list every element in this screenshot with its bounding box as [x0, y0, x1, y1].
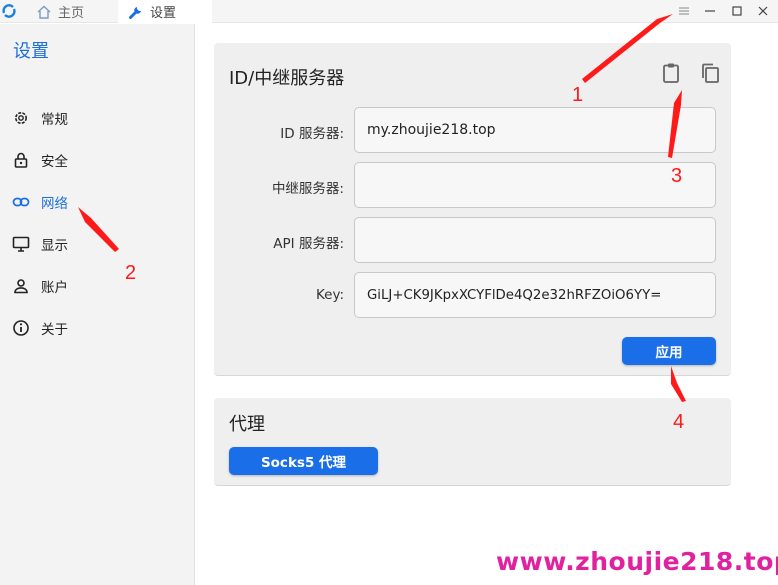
- sidebar-title: 设置: [13, 41, 49, 62]
- annotation-number-2: 2: [125, 262, 137, 284]
- tab-home-label: 主页: [58, 6, 85, 21]
- sidebar: 设置 常规 安全 网络 显示 账户 关于: [0, 24, 195, 585]
- close-icon: [758, 6, 768, 16]
- sidebar-item-display[interactable]: 显示: [11, 234, 68, 254]
- tab-settings[interactable]: 设置: [118, 0, 212, 23]
- app-logo-icon: [2, 4, 16, 18]
- sidebar-item-label: 网络: [41, 196, 68, 212]
- copy-icon: [702, 63, 719, 83]
- annotation-number-3: 3: [671, 165, 683, 187]
- tab-settings-label: 设置: [150, 6, 177, 21]
- maximize-button[interactable]: [726, 1, 748, 21]
- sidebar-item-security[interactable]: 安全: [11, 150, 68, 170]
- tab-home[interactable]: 主页: [36, 0, 116, 23]
- title-bar: 主页 设置: [0, 0, 778, 23]
- sidebar-item-general[interactable]: 常规: [11, 108, 68, 128]
- sidebar-item-label: 显示: [41, 238, 68, 254]
- minimize-icon: [705, 10, 715, 12]
- home-icon: [37, 5, 51, 19]
- menu-icon: [679, 7, 689, 15]
- copy-button[interactable]: [699, 61, 721, 85]
- relay-server-input[interactable]: [354, 162, 716, 208]
- api-server-label: API 服务器:: [273, 236, 344, 252]
- menu-button[interactable]: [673, 1, 695, 21]
- apply-button[interactable]: 应用: [622, 337, 716, 365]
- user-icon: [11, 276, 31, 296]
- clipboard-paste-icon: [663, 63, 679, 83]
- lock-icon: [11, 150, 31, 170]
- annotation-number-1: 1: [572, 84, 584, 106]
- close-button[interactable]: [752, 1, 774, 21]
- sidebar-item-about[interactable]: 关于: [11, 318, 68, 338]
- link-icon: [11, 192, 31, 212]
- relay-server-label: 中继服务器:: [271, 181, 344, 197]
- socks5-proxy-button[interactable]: Socks5 代理: [229, 447, 378, 475]
- id-server-input[interactable]: [354, 107, 716, 153]
- annotation-number-4: 4: [673, 411, 685, 433]
- sidebar-item-label: 关于: [41, 322, 68, 338]
- wrench-icon: [129, 6, 141, 19]
- sidebar-item-label: 常规: [41, 112, 68, 128]
- api-server-input[interactable]: [354, 217, 716, 263]
- info-icon: [11, 318, 31, 338]
- watermark: www.zhoujie218.top: [496, 547, 778, 576]
- server-card-title: ID/中继服务器: [229, 68, 345, 89]
- proxy-card: 代理 Socks5 代理: [214, 398, 731, 486]
- proxy-card-title: 代理: [229, 414, 265, 435]
- gear-icon: [11, 108, 31, 128]
- sidebar-item-label: 安全: [41, 154, 68, 170]
- id-server-label: ID 服务器:: [280, 126, 344, 142]
- paste-button[interactable]: [660, 61, 682, 85]
- key-input[interactable]: [354, 272, 716, 318]
- monitor-icon: [11, 234, 31, 254]
- sidebar-item-network[interactable]: 网络: [11, 192, 68, 212]
- maximize-icon: [732, 6, 742, 16]
- server-settings-card: ID/中继服务器 ID 服务器: 中继服务器: API 服务器: Key: 应用: [214, 43, 731, 376]
- sidebar-item-account[interactable]: 账户: [11, 276, 68, 296]
- key-label: Key:: [315, 287, 344, 303]
- minimize-button[interactable]: [699, 1, 721, 21]
- sidebar-item-label: 账户: [41, 280, 68, 296]
